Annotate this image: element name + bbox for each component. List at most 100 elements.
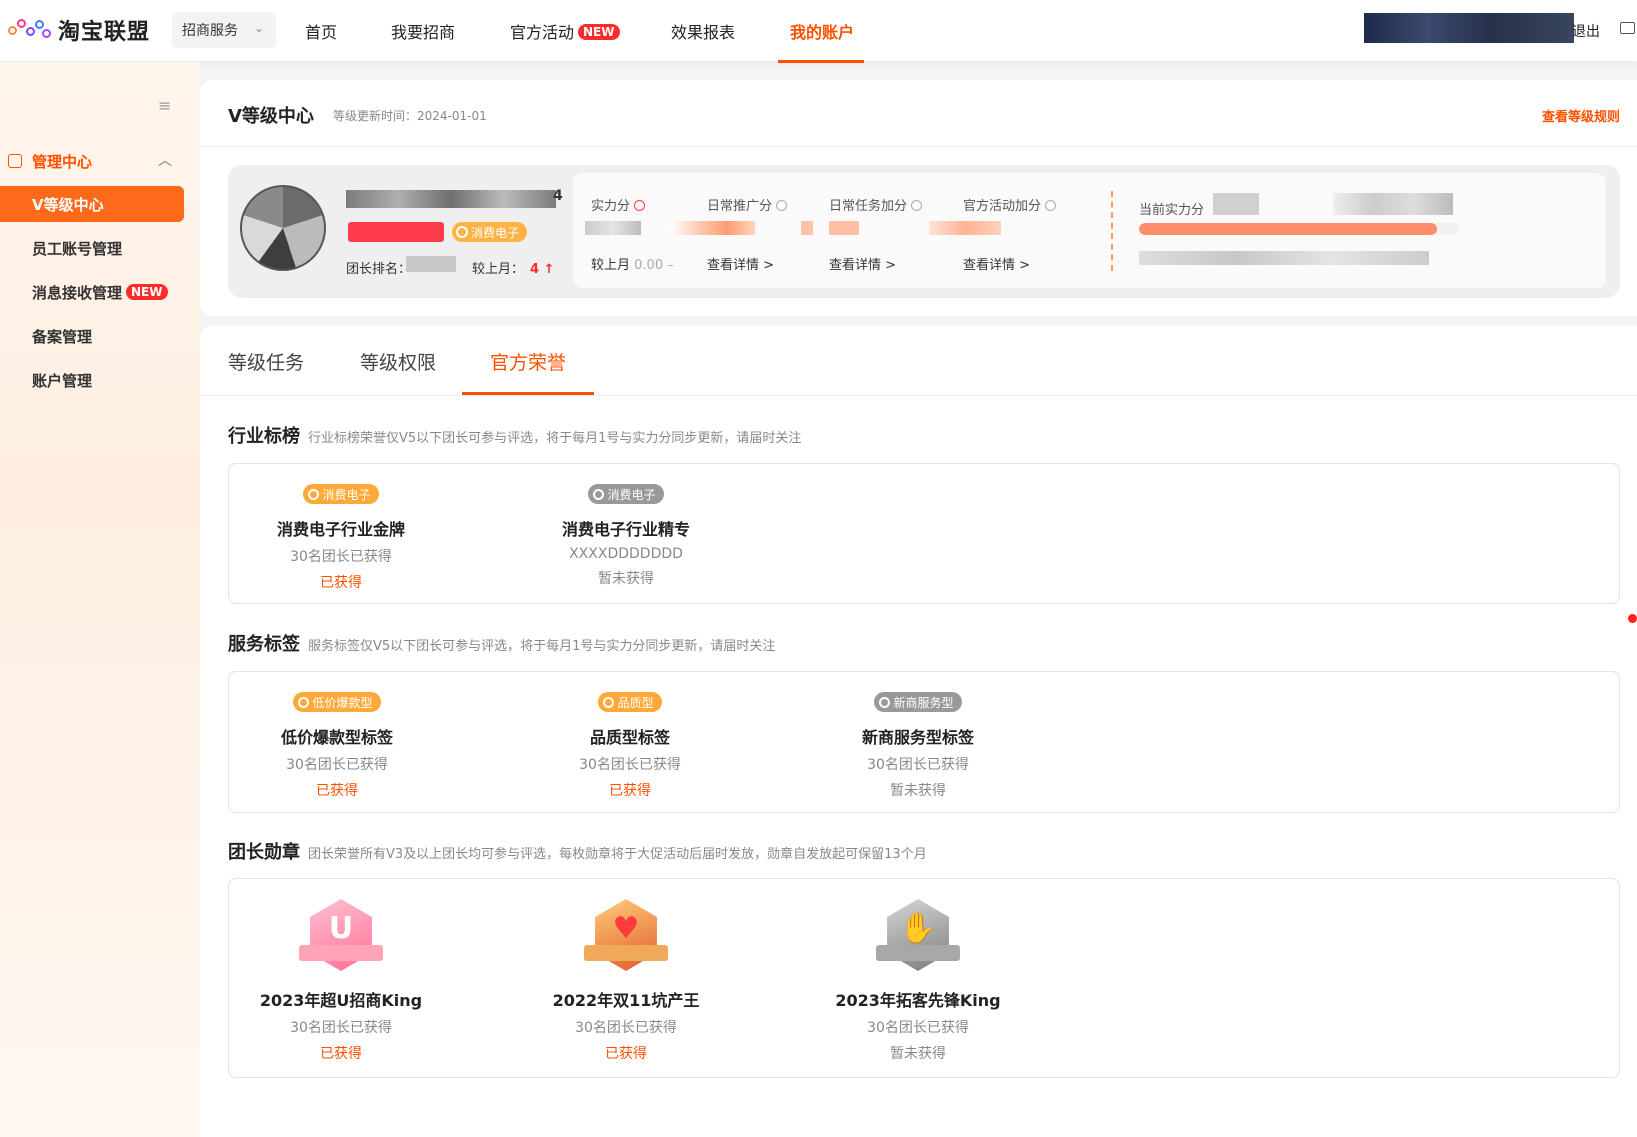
rank-value-redacted (406, 256, 456, 272)
mail-icon[interactable] (1620, 22, 1635, 34)
sidebar-item-staff-accounts[interactable]: 员工账号管理 (0, 230, 184, 266)
honor-card[interactable]: 低价爆款型 低价爆款型标签 30名团长已获得 已获得 (217, 692, 457, 800)
service-select[interactable]: 招商服务 ⌄ (172, 12, 276, 48)
nav-recruit[interactable]: 我要招商 (391, 19, 455, 43)
official-activity-score-redacted (929, 221, 1001, 235)
page-title: V等级中心 (228, 106, 314, 127)
score-label-daily-task: 日常任务加分 (829, 195, 923, 214)
medal-card[interactable]: ♥ 2022年双11坑产王 30名团长已获得 已获得 (506, 895, 746, 1063)
new-badge: NEW (578, 24, 620, 40)
trophy-icon (593, 488, 605, 500)
honor-count: 30名团长已获得 (867, 757, 969, 773)
honor-card[interactable]: 新商服务型 新商服务型标签 30名团长已获得 暂未获得 (798, 692, 1038, 800)
section-desc: 行业标榜荣誉仅V5以下团长可参与评选，将于每月1号与实力分同步更新，请届时关注 (308, 431, 802, 446)
section-heading: 行业标榜 (228, 426, 300, 447)
user-icon (603, 696, 615, 708)
section-desc: 团长荣誉所有V3及以上团长均可参与评选，每枚勋章将于大促活动后届时发放，勋章自发… (308, 847, 927, 862)
medal-count: 30名团长已获得 (575, 1020, 677, 1036)
nav-home[interactable]: 首页 (305, 19, 337, 43)
medal-symbol: ♥ (612, 911, 640, 946)
user-info-redacted[interactable] (1364, 13, 1574, 43)
score-label-official-activity: 官方活动加分 (963, 195, 1057, 214)
honor-status: 暂未获得 (598, 571, 654, 587)
medal-count: 30名团长已获得 (867, 1020, 969, 1036)
sidebar-item-filing[interactable]: 备案管理 (0, 318, 184, 354)
strength-progress-bar (1139, 223, 1459, 235)
daily-promo-detail-link[interactable]: 查看详情 > (707, 254, 774, 273)
nav-my-account[interactable]: 我的账户 (790, 19, 854, 43)
honor-card[interactable]: 品质型 品质型标签 30名团长已获得 已获得 (510, 692, 750, 800)
chevron-down-icon: ⌄ (253, 21, 264, 35)
honor-pill-label: 新商服务型 (893, 695, 954, 710)
medal-status: 已获得 (605, 1046, 647, 1062)
medal-badge-icon: U (299, 895, 383, 975)
info-icon[interactable] (634, 200, 646, 211)
tab-level-rights[interactable]: 等级权限 (360, 348, 436, 375)
daily-task-detail-link[interactable]: 查看详情 > (829, 254, 896, 273)
honor-count: 30名团长已获得 (290, 549, 392, 565)
industry-tag-label: 消费电子 (471, 225, 520, 240)
service-select-value: 招商服务 (182, 23, 238, 39)
user-name-redacted (346, 190, 556, 208)
section-title-industry: 行业标榜 行业标榜荣誉仅V5以下团长可参与评选，将于每月1号与实力分同步更新，请届… (228, 422, 801, 448)
strength-compare: 较上月 0.00 – (591, 258, 674, 273)
nav-official-activity[interactable]: 官方活动 NEW (510, 19, 620, 43)
avatar[interactable] (240, 185, 326, 271)
tab-level-tasks[interactable]: 等级任务 (228, 348, 304, 375)
honor-pill-label: 品质型 (617, 695, 654, 710)
medal-card[interactable]: U 2023年超U招商King 30名团长已获得 已获得 (221, 895, 461, 1063)
sidebar: ≡ 管理中心 ︿ V等级中心 员工账号管理 消息接收管理 NEW 备案管理 账户管… (0, 62, 200, 1137)
brand-name: 淘宝联盟 (58, 20, 151, 45)
user-icon (298, 696, 310, 708)
daily-task-score-redacted (829, 221, 859, 235)
view-level-rules-link[interactable]: 查看等级规则 (1542, 106, 1620, 125)
score-label-text: 日常任务加分 (829, 199, 908, 214)
honor-name: 消费电子行业精专 (561, 520, 690, 539)
section-title-service: 服务标签 服务标签仅V5以下团长可参与评选，将于每月1号与实力分同步更新，请届时关… (228, 630, 775, 656)
tab-official-honor[interactable]: 官方荣誉 (490, 348, 566, 375)
info-icon[interactable] (1045, 200, 1057, 211)
rank-compare: 较上月： 4 ↑ (472, 258, 554, 277)
strength-compare-prefix: 较上月 (591, 258, 631, 273)
honor-name: 品质型标签 (589, 728, 670, 747)
section-title-medals: 团长勋章 团长荣誉所有V3及以上团长均可参与评选，每枚勋章将于大促活动后届时发放，… (228, 838, 927, 864)
info-icon[interactable] (776, 200, 788, 211)
info-icon[interactable] (911, 200, 923, 211)
nav-reports[interactable]: 效果报表 (671, 19, 735, 43)
section-heading: 服务标签 (228, 634, 300, 655)
medal-name: 2023年超U招商King (259, 991, 423, 1010)
sidebar-group-management[interactable]: 管理中心 ︿ (8, 148, 178, 174)
notification-dot[interactable] (1628, 614, 1637, 623)
medal-count: 30名团长已获得 (290, 1020, 392, 1036)
sidebar-item-v-level[interactable]: V等级中心 (0, 186, 184, 222)
taobao-union-logo[interactable]: 淘宝联盟 (8, 14, 150, 46)
coin-icon (456, 226, 468, 238)
sidebar-item-account[interactable]: 账户管理 (0, 362, 184, 398)
sidebar-item-message-settings[interactable]: 消息接收管理 NEW (0, 274, 184, 310)
honor-name: 消费电子行业金牌 (276, 520, 405, 539)
medal-honor-box: U 2023年超U招商King 30名团长已获得 已获得 ♥ 2022年双11坑… (228, 878, 1620, 1078)
management-icon (8, 154, 22, 168)
coin-icon (308, 488, 320, 500)
top-navbar: 淘宝联盟 招商服务 ⌄ 首页 我要招商 官方活动 NEW 效果报表 我的账户 退出 (0, 0, 1637, 63)
official-activity-detail-link[interactable]: 查看详情 > (963, 254, 1030, 273)
menu-collapse-icon[interactable]: ≡ (158, 96, 171, 115)
honor-pill: 低价爆款型 (293, 692, 381, 712)
header-divider (200, 146, 1637, 147)
level-badge-redacted (348, 222, 444, 242)
medal-symbol: ✋ (899, 911, 937, 946)
user-icon (879, 696, 891, 708)
strength-compare-value: 0.00 (634, 258, 664, 273)
new-badge: NEW (126, 284, 168, 300)
honor-card[interactable]: 消费电子 消费电子行业金牌 30名团长已获得 已获得 (221, 484, 461, 592)
score-separator (1111, 191, 1113, 271)
honor-pill: 消费电子 (303, 484, 379, 504)
honor-pill-label: 消费电子 (322, 487, 371, 502)
tab-divider (200, 395, 1637, 396)
honor-card[interactable]: 消费电子 消费电子行业精专 XXXXDDDDDDD 暂未获得 (506, 484, 746, 588)
score-label-text: 日常推广分 (707, 199, 773, 214)
logout-link[interactable]: 退出 (1572, 21, 1600, 41)
medal-card[interactable]: ✋ 2023年拓客先锋King 30名团长已获得 暂未获得 (798, 895, 1038, 1063)
medal-status: 已获得 (320, 1046, 362, 1062)
honor-panel: 等级任务 等级权限 官方荣誉 行业标榜 行业标榜荣誉仅V5以下团长可参与评选，将于… (200, 326, 1637, 1137)
